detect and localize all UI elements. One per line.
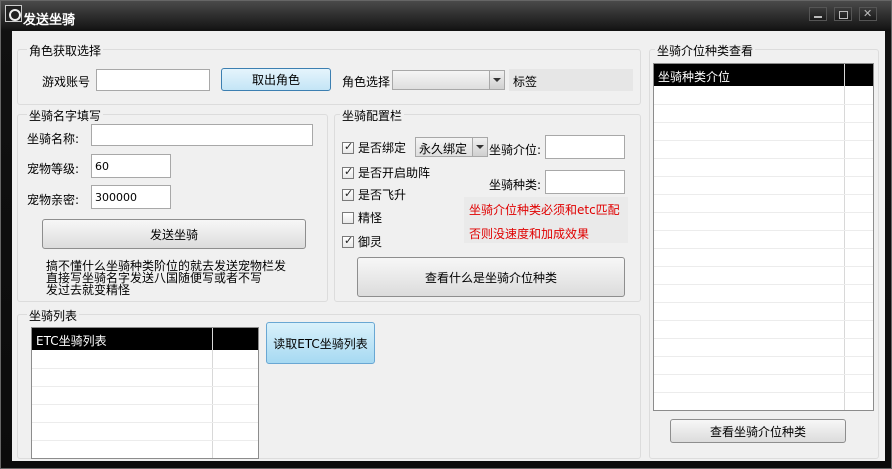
list-row-line <box>654 104 873 105</box>
role-select-label: 角色选择 <box>342 75 391 89</box>
tag-label: 标签 <box>513 75 538 89</box>
list-row-line <box>654 176 873 177</box>
list-row-line <box>654 356 873 357</box>
spirit-label: 精怪 <box>358 211 383 225</box>
yuling-label: 御灵 <box>358 235 383 249</box>
list-row-line <box>654 122 873 123</box>
list-row-line <box>654 212 873 213</box>
list-row-line <box>654 374 873 375</box>
mount-name-group-title: 坐骑名字填写 <box>27 107 104 124</box>
mount-type-input[interactable] <box>545 170 625 194</box>
send-mount-button[interactable]: 发送坐骑 <box>42 219 306 249</box>
pet-intimacy-label: 宠物亲密: <box>27 193 80 207</box>
list-row-line <box>654 266 873 267</box>
etc-mount-list-header[interactable]: ETC坐骑列表 <box>32 328 258 350</box>
mount-types-list-column: 坐骑种类介位 <box>658 70 731 84</box>
formation-checkbox[interactable]: 是否开启助阵 <box>342 164 430 181</box>
ascend-check-icon[interactable] <box>342 187 354 201</box>
view-mount-tier-button[interactable]: 查看什么是坐骑介位种类 <box>357 257 625 297</box>
pet-level-input[interactable]: 60 <box>91 154 171 178</box>
yuling-check-icon[interactable] <box>342 234 354 248</box>
ascend-label: 是否飞升 <box>358 188 407 202</box>
mount-types-list[interactable]: 坐骑种类介位 <box>653 63 874 411</box>
account-label: 游戏账号 <box>42 75 91 89</box>
list-row-line <box>654 338 873 339</box>
mount-type-label: 坐骑种类: <box>489 178 542 192</box>
list-row-line <box>32 422 258 423</box>
list-row-line <box>654 158 873 159</box>
list-row-line <box>654 140 873 141</box>
list-column-divider <box>212 328 213 458</box>
main-window: 发送坐骑 角色获取选择 游戏账号 取出角色 角色选择 标签 坐骑名字填写 坐骑名… <box>0 0 892 469</box>
warning-line-2: 否则没速度和加成效果 <box>469 227 590 241</box>
list-row-line <box>32 386 258 387</box>
mount-name-note: 搞不懂什么坐骑种类阶位的就去发送宠物栏发 直接写坐骑名字发送八国随便写或者不写 … <box>46 260 286 297</box>
warning-line-1: 坐骑介位种类必须和etc匹配 <box>469 203 620 217</box>
list-row-line <box>654 230 873 231</box>
mount-name-label: 坐骑名称: <box>27 132 80 146</box>
window-title: 发送坐骑 <box>23 13 76 28</box>
title-bar[interactable]: 发送坐骑 <box>1 1 891 29</box>
formation-label: 是否开启助阵 <box>358 166 431 180</box>
mount-name-input[interactable] <box>91 124 313 146</box>
etc-mount-list-column: ETC坐骑列表 <box>36 334 107 348</box>
spirit-checkbox[interactable]: 精怪 <box>342 209 382 226</box>
role-group-title: 角色获取选择 <box>27 42 104 59</box>
close-button[interactable] <box>859 7 877 21</box>
account-input[interactable] <box>96 69 210 91</box>
pet-level-label: 宠物等级: <box>27 162 80 176</box>
list-row-line <box>654 194 873 195</box>
chevron-down-icon[interactable] <box>489 71 504 89</box>
maximize-button[interactable] <box>834 7 852 21</box>
list-row-line <box>654 248 873 249</box>
bind-check-icon[interactable] <box>342 140 354 154</box>
view-mount-types-button[interactable]: 查看坐骑介位种类 <box>670 419 846 443</box>
pet-intimacy-input[interactable]: 300000 <box>91 185 171 209</box>
list-row-line <box>32 404 258 405</box>
read-etc-list-button[interactable]: 读取ETC坐骑列表 <box>266 322 375 364</box>
minimize-button[interactable] <box>809 7 827 21</box>
mount-types-list-header[interactable]: 坐骑种类介位 <box>654 64 873 86</box>
bind-checkbox[interactable]: 是否绑定 <box>342 139 406 156</box>
note-line-3: 发过去就变精怪 <box>46 283 131 297</box>
list-row-line <box>32 368 258 369</box>
mount-list-group-title: 坐骑列表 <box>27 307 80 324</box>
bind-type-select[interactable]: 永久绑定 <box>415 137 488 157</box>
app-icon <box>5 5 22 22</box>
ascend-checkbox[interactable]: 是否飞升 <box>342 186 406 203</box>
bind-type-value: 永久绑定 <box>419 142 468 156</box>
list-row-line <box>654 320 873 321</box>
spirit-check-icon[interactable] <box>342 211 354 224</box>
yuling-checkbox[interactable]: 御灵 <box>342 233 382 250</box>
role-select[interactable] <box>392 70 505 90</box>
bind-label: 是否绑定 <box>358 141 407 155</box>
client-area: 角色获取选择 游戏账号 取出角色 角色选择 标签 坐骑名字填写 坐骑名称: 宠物… <box>12 31 885 461</box>
mount-config-group-title: 坐骑配置栏 <box>340 107 405 124</box>
list-row-line <box>654 392 873 393</box>
mount-tier-label: 坐骑介位: <box>489 143 542 157</box>
mount-types-group-title: 坐骑介位种类查看 <box>655 42 756 59</box>
tag-field: 标签 <box>509 69 633 91</box>
mount-tier-input[interactable] <box>545 135 625 159</box>
list-row-line <box>654 284 873 285</box>
list-column-divider <box>844 64 845 410</box>
list-row-line <box>654 302 873 303</box>
etc-mount-list[interactable]: ETC坐骑列表 <box>31 327 259 459</box>
chevron-down-icon[interactable] <box>472 138 487 156</box>
formation-check-icon[interactable] <box>342 165 354 179</box>
fetch-role-button[interactable]: 取出角色 <box>221 68 331 91</box>
list-row-line <box>32 440 258 441</box>
